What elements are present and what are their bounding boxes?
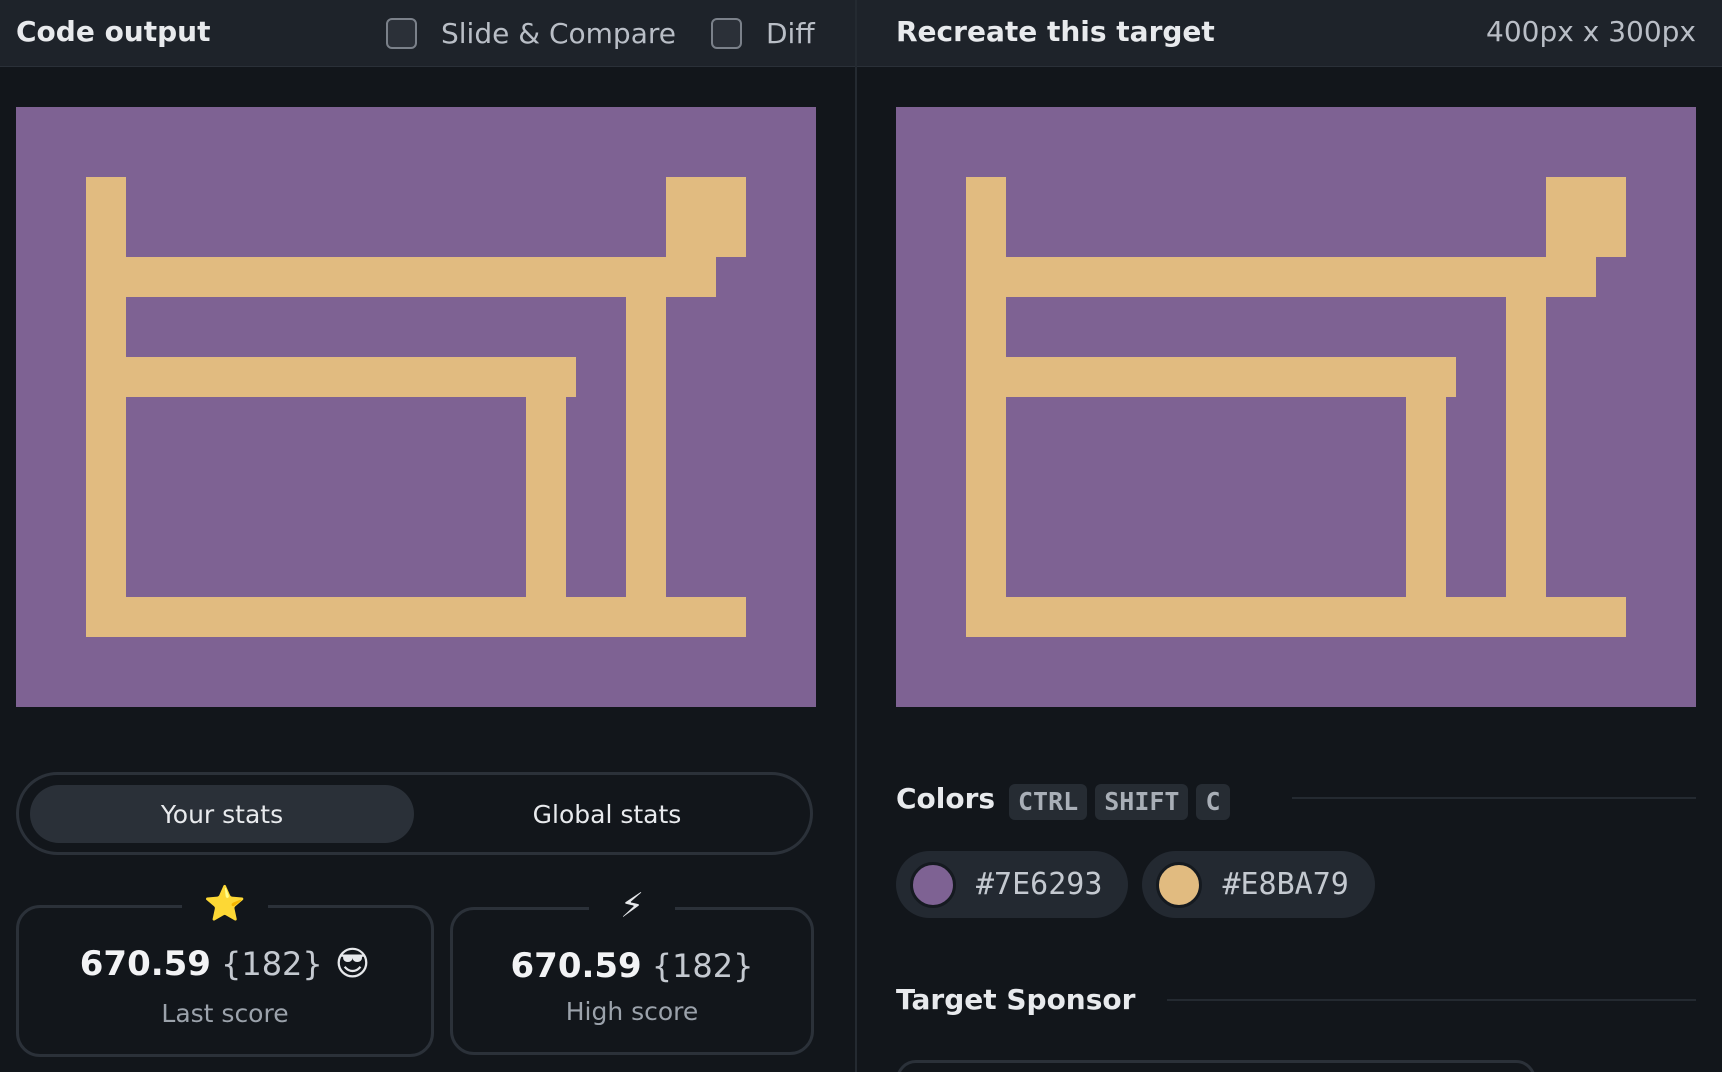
target-middle-bar — [966, 357, 1456, 397]
kbd-shift: SHIFT — [1095, 784, 1189, 820]
last-score-line: 670.59 {182} 😎 — [19, 944, 431, 984]
output-outer-post — [626, 257, 666, 637]
lightning-icon: ⚡ — [589, 884, 675, 928]
output-inner-post — [526, 357, 566, 637]
last-score-card: ⭐ 670.59 {182} 😎 Last score — [16, 882, 434, 1057]
stats-toggle: Your stats Global stats — [16, 772, 813, 855]
colors-title: Colors — [896, 782, 996, 815]
colors-divider — [1292, 797, 1696, 799]
colors-shortcut: CTRL SHIFT C — [1009, 784, 1230, 820]
target-dimensions: 400px x 300px — [1486, 15, 1696, 48]
target-upper-bar — [966, 257, 1596, 297]
code-output-render — [16, 107, 816, 707]
swatch-purple-dot — [910, 861, 956, 908]
target-outer-post — [1506, 257, 1546, 637]
output-corner-square — [666, 177, 746, 257]
swatch-purple-hex: #7E6293 — [976, 867, 1103, 902]
slide-compare-label[interactable]: Slide & Compare — [441, 17, 676, 50]
color-swatches: #7E6293 #E8BA79 — [896, 851, 1375, 918]
slide-compare-checkbox[interactable] — [386, 18, 417, 49]
last-score-count: {182} — [220, 945, 323, 983]
output-left-bar — [86, 177, 126, 637]
slide-compare-toggle[interactable]: Slide & Compare — [386, 0, 676, 67]
high-score-line: 670.59 {182} — [453, 946, 811, 986]
swatch-tan-hex: #E8BA79 — [1222, 867, 1349, 902]
sunglasses-emoji-icon: 😎 — [334, 944, 371, 984]
swatch-tan-dot — [1156, 861, 1203, 908]
high-score-value: 670.59 — [510, 946, 642, 986]
star-icon: ⭐ — [182, 882, 268, 926]
your-stats-tab[interactable]: Your stats — [30, 785, 414, 843]
output-middle-bar — [86, 357, 576, 397]
code-output-title: Code output — [16, 15, 211, 48]
app-root: Code output Slide & Compare Diff Your st… — [0, 0, 1722, 1072]
high-score-card: ⚡ 670.59 {182} High score — [450, 884, 814, 1055]
code-output-canvas[interactable] — [16, 107, 816, 707]
high-score-caption: High score — [565, 997, 699, 1026]
global-stats-tab[interactable]: Global stats — [415, 785, 799, 843]
kbd-c: C — [1196, 784, 1230, 820]
sponsor-box[interactable] — [896, 1060, 1536, 1072]
target-canvas[interactable] — [896, 107, 1696, 707]
diff-toggle[interactable]: Diff — [711, 0, 815, 67]
target-header: Recreate this target 400px x 300px — [857, 0, 1722, 67]
target-left-bar — [966, 177, 1006, 637]
target-title: Recreate this target — [896, 15, 1215, 48]
diff-label[interactable]: Diff — [766, 17, 815, 50]
code-output-pane: Code output Slide & Compare Diff Your st… — [0, 0, 855, 1072]
target-render — [896, 107, 1696, 707]
target-corner-square — [1546, 177, 1626, 257]
diff-checkbox[interactable] — [711, 18, 742, 49]
target-pane: Recreate this target 400px x 300px Color… — [857, 0, 1722, 1072]
target-inner-post — [1406, 357, 1446, 637]
swatch-purple[interactable]: #7E6293 — [896, 851, 1129, 918]
output-upper-bar — [86, 257, 716, 297]
kbd-ctrl: CTRL — [1009, 784, 1088, 820]
code-output-header: Code output Slide & Compare Diff — [0, 0, 855, 67]
last-score-caption: Last score — [161, 999, 289, 1028]
last-score-value: 670.59 — [79, 944, 211, 984]
sponsor-title: Target Sponsor — [896, 983, 1136, 1016]
high-score-count: {182} — [651, 947, 754, 985]
sponsor-divider — [1167, 999, 1696, 1001]
swatch-tan[interactable]: #E8BA79 — [1142, 851, 1375, 918]
